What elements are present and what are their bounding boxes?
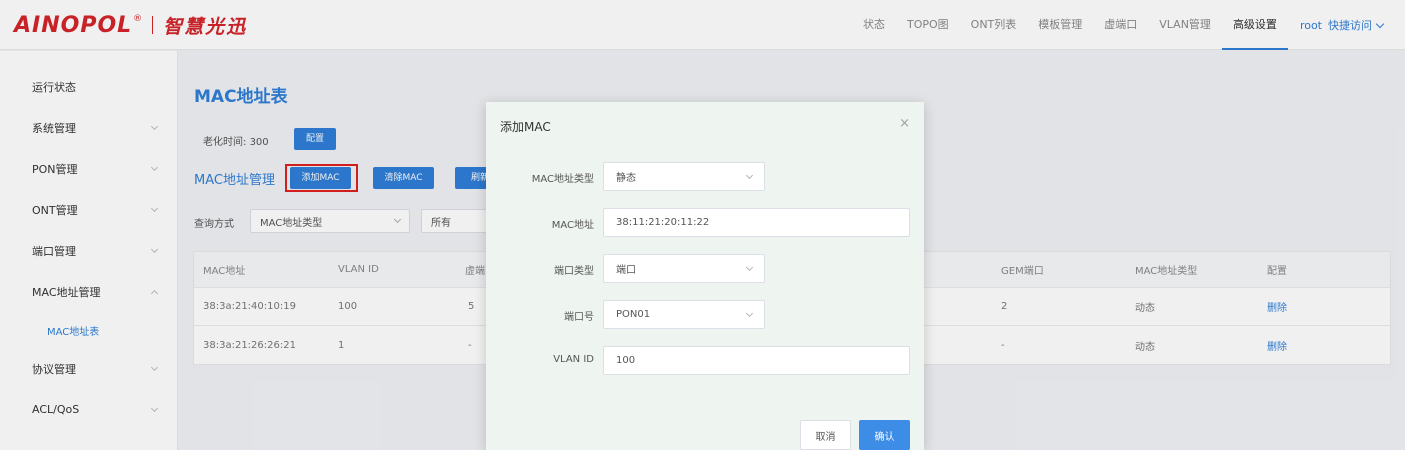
port-type-value: 端口 <box>616 265 636 276</box>
add-mac-dialog: 添加MAC × MAC地址类型 静态 MAC地址 38:11:21:20:11:… <box>486 102 924 450</box>
mac-address-label: MAC地址 <box>551 220 594 231</box>
dialog-title: 添加MAC <box>500 120 551 134</box>
mac-type-select[interactable]: 静态 <box>603 162 765 191</box>
chevron-down-icon <box>745 263 754 271</box>
confirm-button[interactable]: 确认 <box>859 420 910 450</box>
chevron-down-icon <box>745 171 754 179</box>
mac-type-value: 静态 <box>616 173 636 184</box>
port-number-label: 端口号 <box>564 312 594 323</box>
port-number-select[interactable]: PON01 <box>603 300 765 329</box>
vlan-id-input[interactable]: 100 <box>603 346 910 375</box>
vlan-id-value: 100 <box>616 355 636 366</box>
mac-address-value: 38:11:21:20:11:22 <box>616 217 710 228</box>
cancel-button[interactable]: 取消 <box>800 420 851 450</box>
mac-type-label: MAC地址类型 <box>531 174 594 185</box>
chevron-down-icon <box>745 309 754 317</box>
mac-address-input[interactable]: 38:11:21:20:11:22 <box>603 208 910 237</box>
port-type-label: 端口类型 <box>554 266 594 277</box>
vlan-id-label: VLAN ID <box>553 354 594 365</box>
port-type-select[interactable]: 端口 <box>603 254 765 283</box>
port-number-value: PON01 <box>616 309 651 320</box>
close-icon[interactable]: × <box>899 116 910 131</box>
